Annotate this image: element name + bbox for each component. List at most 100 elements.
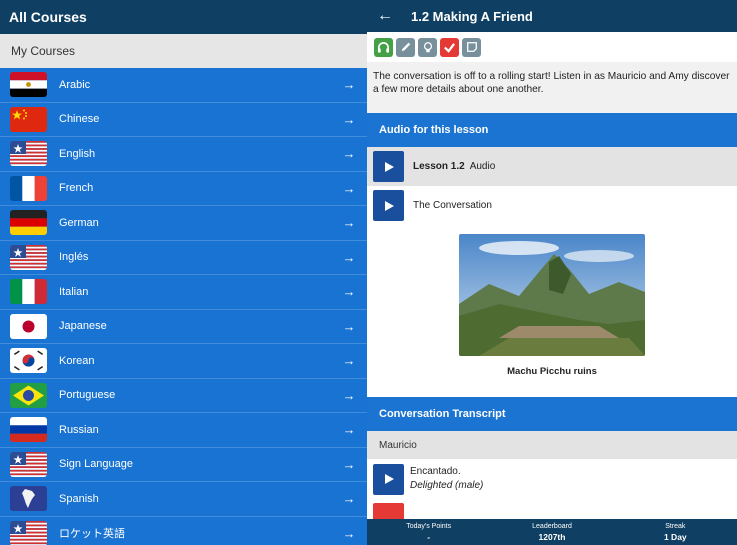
course-item[interactable]: Inglés →	[0, 241, 367, 275]
lesson-description: The conversation is off to a rolling sta…	[367, 62, 737, 113]
arrow-right-icon: →	[342, 284, 356, 300]
audio-item-lesson[interactable]: Lesson 1.2 Audio	[367, 147, 737, 186]
course-label: English	[59, 147, 96, 160]
play-icon	[384, 200, 394, 211]
play-icon	[384, 161, 394, 172]
usa-flag	[10, 244, 47, 270]
my-courses-label: My Courses	[11, 44, 76, 58]
speaker-label: Mauricio	[367, 431, 737, 459]
course-item[interactable]: ロケット英語 →	[0, 517, 367, 545]
stats-bar: Today's Points - Leaderboard 1207th Stre…	[367, 519, 737, 545]
usa-flag	[10, 520, 47, 545]
brazil-flag	[10, 382, 47, 408]
arrow-right-icon: →	[342, 525, 356, 541]
photo-section: Machu Picchu ruins	[367, 225, 737, 397]
streak-label: Streak	[665, 523, 686, 530]
todays-points-label: Today's Points	[406, 523, 452, 530]
back-arrow-icon[interactable]: ←	[377, 7, 393, 25]
arrow-right-icon: →	[342, 387, 356, 403]
headphones-icon[interactable]	[374, 37, 393, 57]
arrow-right-icon: →	[342, 180, 356, 196]
audio-item-conversation[interactable]: The Conversation	[367, 186, 737, 225]
streak-value: 1 Day	[663, 532, 687, 542]
arrow-right-icon: →	[342, 318, 356, 334]
course-label: French	[59, 182, 94, 195]
arrow-right-icon: →	[342, 353, 356, 369]
arrow-right-icon: →	[342, 215, 356, 231]
lesson-toolbar	[367, 32, 737, 62]
audio-section-header: Audio for this lesson	[367, 113, 737, 147]
course-label: Inglés	[59, 251, 89, 264]
transcript-translation: Delighted (male)	[410, 480, 484, 491]
course-label: Portuguese	[59, 389, 116, 402]
courses-title: All Courses	[9, 9, 87, 25]
russia-flag	[10, 417, 47, 443]
transcript-line[interactable]: Encantado. Delighted (male)	[367, 459, 737, 499]
audio-item-label: The Conversation	[413, 200, 492, 211]
audio-section-title: Audio for this lesson	[379, 124, 489, 136]
course-label: German	[59, 216, 99, 229]
leaderboard-label: Leaderboard	[532, 523, 572, 530]
course-item[interactable]: Italian →	[0, 275, 367, 310]
play-button[interactable]	[373, 463, 404, 495]
transcript-title: Conversation Transcript	[379, 408, 506, 420]
japan-flag	[10, 313, 47, 339]
course-item[interactable]: Sign Language →	[0, 448, 367, 482]
course-item[interactable]: Spanish →	[0, 482, 367, 517]
play-button[interactable]	[373, 190, 404, 221]
todays-points[interactable]: Today's Points -	[367, 519, 490, 545]
course-item[interactable]: Arabic →	[0, 68, 367, 103]
audio-item-text: Audio	[469, 161, 496, 172]
checkmark-icon[interactable]	[440, 37, 459, 57]
italy-flag	[10, 279, 47, 305]
course-item[interactable]: Portuguese →	[0, 379, 367, 413]
machu-picchu-photo[interactable]	[459, 234, 645, 356]
leaderboard[interactable]: Leaderboard 1207th	[490, 519, 613, 545]
arrow-right-icon: →	[342, 422, 356, 438]
course-item[interactable]: German →	[0, 206, 367, 241]
course-label: ロケット英語	[59, 528, 125, 541]
pencil-icon[interactable]	[396, 37, 415, 57]
arrow-right-icon: →	[342, 111, 356, 127]
course-item[interactable]: Japanese →	[0, 310, 367, 344]
course-list: Arabic → Chinese → English → French → German → Ing…	[0, 68, 367, 545]
usa-flag	[10, 451, 47, 477]
lesson-panel: ← 1.2 Making A Friend The conversation i…	[367, 0, 737, 545]
transcript-section-header: Conversation Transcript	[367, 397, 737, 431]
france-flag	[10, 175, 47, 201]
lightbulb-icon[interactable]	[418, 37, 437, 57]
course-label: Arabic	[59, 78, 91, 91]
usa-flag	[10, 141, 47, 167]
courses-panel: All Courses My Courses Arabic → Chinese → En…	[0, 0, 367, 545]
audio-item-label: Lesson 1.2 Audio	[413, 161, 495, 172]
audio-item-bold: Lesson 1.2	[413, 161, 465, 172]
play-button[interactable]	[373, 151, 404, 182]
transcript-phrase: Encantado.	[410, 466, 461, 477]
korea-flag	[10, 348, 47, 374]
course-label: Russian	[59, 423, 99, 436]
course-label: Korean	[59, 354, 95, 367]
course-item[interactable]: French →	[0, 172, 367, 206]
course-label: Spanish	[59, 492, 99, 505]
course-label: Chinese	[59, 113, 100, 126]
record-button[interactable]	[373, 503, 404, 519]
lesson-title: 1.2 Making A Friend	[411, 8, 533, 24]
courses-header: All Courses	[0, 0, 367, 34]
arrow-right-icon: →	[342, 77, 356, 93]
leaderboard-value: 1207th	[538, 532, 566, 542]
note-icon[interactable]	[462, 37, 481, 57]
course-item[interactable]: English →	[0, 137, 367, 172]
course-item[interactable]: Korean →	[0, 344, 367, 379]
course-item[interactable]: Russian →	[0, 413, 367, 448]
my-courses-section: My Courses	[0, 34, 367, 68]
arrow-right-icon: →	[342, 249, 356, 265]
audio-item-text: The Conversation	[413, 200, 492, 211]
todays-points-value: -	[427, 532, 431, 542]
course-item[interactable]: Chinese →	[0, 103, 367, 137]
lesson-header: ← 1.2 Making A Friend	[367, 0, 737, 32]
course-label: Japanese	[59, 320, 107, 333]
south-america-flag	[10, 486, 47, 512]
course-label: Sign Language	[59, 458, 134, 471]
arrow-right-icon: →	[342, 456, 356, 472]
streak[interactable]: Streak 1 Day	[614, 519, 737, 545]
